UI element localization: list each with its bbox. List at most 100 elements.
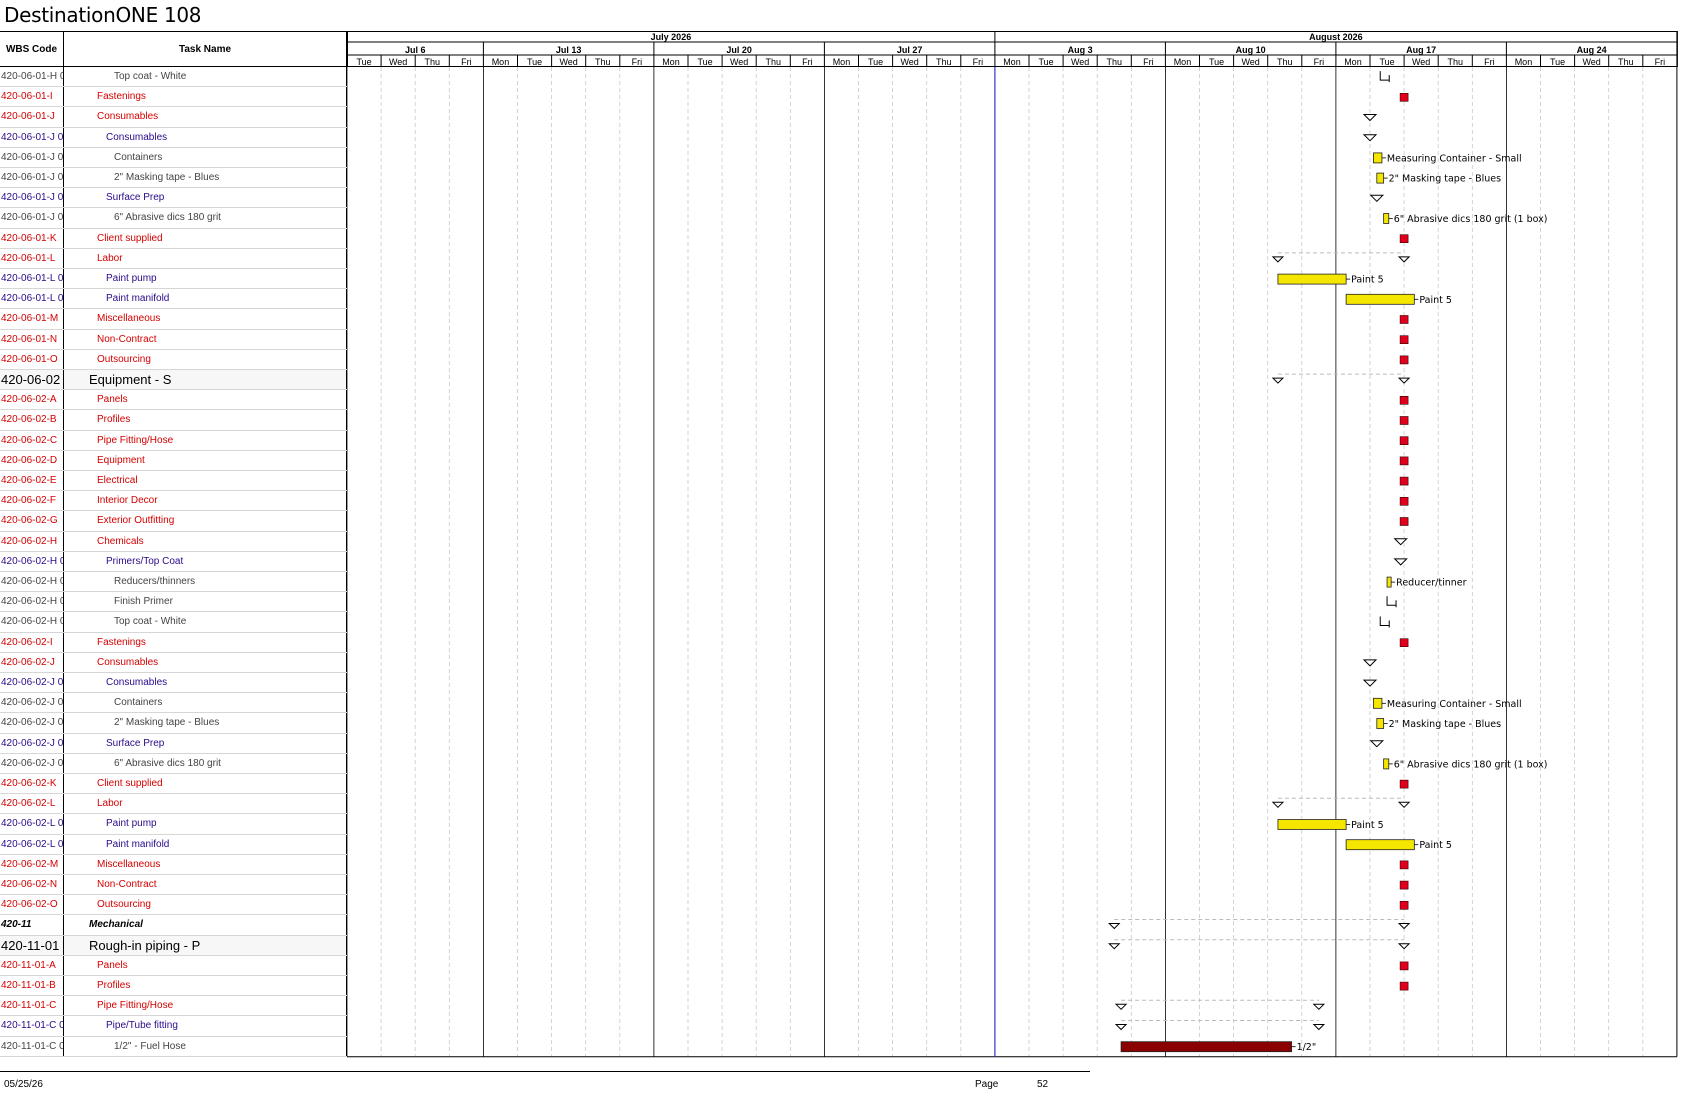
task-name-cell[interactable]: Finish Primer xyxy=(64,592,347,612)
task-name-cell[interactable]: Rough-in piping - P xyxy=(64,935,347,955)
task-name-cell[interactable]: Non-Contract xyxy=(64,329,347,349)
table-row[interactable]: 420-06-02-D Equipment xyxy=(0,450,347,471)
task-name-cell[interactable]: Outsourcing xyxy=(64,895,347,915)
table-row[interactable]: 420-11-01-C Pipe Fitting/Hose xyxy=(0,996,347,1017)
table-row[interactable]: 420-06-01-M Miscellaneous xyxy=(0,309,347,330)
table-row[interactable]: 420-06-02-J 0 2" Masking tape - Blues xyxy=(0,713,347,734)
wbs-cell[interactable]: 420-06-02-J xyxy=(0,652,64,672)
wbs-cell[interactable]: 420-06-01-L 0 xyxy=(0,269,64,289)
wbs-cell[interactable]: 420-06-01-L 0 xyxy=(0,289,64,309)
task-name-cell[interactable]: Fastenings xyxy=(64,632,347,652)
table-row[interactable]: 420-06-02-C Pipe Fitting/Hose xyxy=(0,430,347,451)
task-name-cell[interactable]: Reducers/thinners xyxy=(64,572,347,592)
wbs-cell[interactable]: 420-06-01-J 0 xyxy=(0,147,64,167)
table-row[interactable]: 420-06-01-J 0 6" Abrasive dics 180 grit xyxy=(0,208,347,229)
table-row[interactable]: 420-06-01-O Outsourcing xyxy=(0,349,347,370)
wbs-cell[interactable]: 420-06-01-I xyxy=(0,87,64,107)
wbs-cell[interactable]: 420-11 xyxy=(0,915,64,935)
wbs-cell[interactable]: 420-06-02-O xyxy=(0,895,64,915)
table-row[interactable]: 420-06-01-J 0 Containers xyxy=(0,147,347,168)
table-row[interactable]: 420-06-02-E Electrical xyxy=(0,471,347,492)
table-row[interactable]: 420-06-02-O Outsourcing xyxy=(0,895,347,916)
wbs-cell[interactable]: 420-06-02-H 0 xyxy=(0,592,64,612)
task-name-cell[interactable]: Equipment xyxy=(64,450,347,470)
table-row[interactable]: 420-06-01-J 0 2" Masking tape - Blues xyxy=(0,168,347,189)
wbs-cell[interactable]: 420-06-02-I xyxy=(0,632,64,652)
wbs-cell[interactable]: 420-06-02-E xyxy=(0,471,64,491)
wbs-cell[interactable]: 420-06-01-J 0 xyxy=(0,168,64,188)
task-name-cell[interactable]: Pipe/Tube fitting xyxy=(64,1016,347,1036)
table-row[interactable]: 420-06-02-H 0 Finish Primer xyxy=(0,592,347,613)
table-row[interactable]: 420-06-02-L Labor xyxy=(0,794,347,815)
table-row[interactable]: 420-06-01-J 0 Surface Prep xyxy=(0,188,347,209)
wbs-cell[interactable]: 420-06-02-L xyxy=(0,794,64,814)
table-row[interactable]: 420-06-01-N Non-Contract xyxy=(0,329,347,350)
task-name-cell[interactable]: Client supplied xyxy=(64,774,347,794)
task-name-cell[interactable]: Chemicals xyxy=(64,531,347,551)
task-name-cell[interactable]: Primers/Top Coat xyxy=(64,551,347,571)
task-name-cell[interactable]: Labor xyxy=(64,794,347,814)
table-row[interactable]: 420-06-02-J 0 Consumables xyxy=(0,673,347,694)
task-name-cell[interactable]: Paint pump xyxy=(64,814,347,834)
wbs-cell[interactable]: 420-11-01 xyxy=(0,935,64,955)
table-row[interactable]: 420-06-01-K Client supplied xyxy=(0,228,347,249)
task-name-cell[interactable]: Consumables xyxy=(64,652,347,672)
table-row[interactable]: 420-06-02-G Exterior Outfitting xyxy=(0,511,347,532)
task-name-cell[interactable]: Paint pump xyxy=(64,269,347,289)
task-name-cell[interactable]: Interior Decor xyxy=(64,491,347,511)
table-row[interactable]: 420-06-02-I Fastenings xyxy=(0,632,347,653)
table-row[interactable]: 420-11-01-C 0 1/2" - Fuel Hose xyxy=(0,1036,347,1057)
table-row[interactable]: 420-06-02-J 0 Surface Prep xyxy=(0,733,347,754)
wbs-cell[interactable]: 420-06-01-J 0 xyxy=(0,127,64,147)
table-row[interactable]: 420-11-01 Rough-in piping - P xyxy=(0,935,347,956)
wbs-cell[interactable]: 420-06-02-J 0 xyxy=(0,693,64,713)
wbs-cell[interactable]: 420-06-01-M xyxy=(0,309,64,329)
wbs-cell[interactable]: 420-06-02-K xyxy=(0,774,64,794)
table-row[interactable]: 420-06-02-J 0 6" Abrasive dics 180 grit xyxy=(0,753,347,774)
task-name-cell[interactable]: Panels xyxy=(64,955,347,975)
task-name-cell[interactable]: Mechanical xyxy=(64,915,347,935)
wbs-cell[interactable]: 420-06-02-J 0 xyxy=(0,673,64,693)
task-name-cell[interactable]: Top coat - White xyxy=(64,67,347,87)
table-row[interactable]: 420-06-02-J Consumables xyxy=(0,652,347,673)
wbs-cell[interactable]: 420-06-02-N xyxy=(0,875,64,895)
table-row[interactable]: 420-06-01-H 0 Top coat - White xyxy=(0,67,347,88)
task-name-cell[interactable]: Client supplied xyxy=(64,228,347,248)
wbs-cell[interactable]: 420-06-02-C xyxy=(0,430,64,450)
task-name-cell[interactable]: Paint manifold xyxy=(64,289,347,309)
task-name-cell[interactable]: Fastenings xyxy=(64,87,347,107)
task-name-cell[interactable]: Miscellaneous xyxy=(64,309,347,329)
column-header-wbs[interactable]: WBS Code xyxy=(0,31,64,67)
wbs-cell[interactable]: 420-06-01-N xyxy=(0,329,64,349)
wbs-cell[interactable]: 420-06-01-L xyxy=(0,248,64,268)
table-row[interactable]: 420-06-02-H Chemicals xyxy=(0,531,347,552)
task-name-cell[interactable]: Containers xyxy=(64,147,347,167)
wbs-cell[interactable]: 420-06-02-H 0 xyxy=(0,551,64,571)
table-row[interactable]: 420-06-02-H 0 Primers/Top Coat xyxy=(0,551,347,572)
wbs-cell[interactable]: 420-06-02-D xyxy=(0,450,64,470)
task-name-cell[interactable]: 1/2" - Fuel Hose xyxy=(64,1036,347,1056)
task-name-cell[interactable]: Profiles xyxy=(64,410,347,430)
wbs-cell[interactable]: 420-11-01-A xyxy=(0,955,64,975)
table-row[interactable]: 420-06-02-J 0 Containers xyxy=(0,693,347,714)
task-name-cell[interactable]: 2" Masking tape - Blues xyxy=(64,713,347,733)
task-name-cell[interactable]: Containers xyxy=(64,693,347,713)
table-row[interactable]: 420-06-02-A Panels xyxy=(0,390,347,411)
wbs-cell[interactable]: 420-06-01-H 0 xyxy=(0,67,64,87)
wbs-cell[interactable]: 420-11-01-C 0 xyxy=(0,1036,64,1056)
table-row[interactable]: 420-06-02-H 0 Reducers/thinners xyxy=(0,572,347,593)
table-row[interactable]: 420-06-02-K Client supplied xyxy=(0,774,347,795)
table-row[interactable]: 420-11-01-C 0 Pipe/Tube fitting xyxy=(0,1016,347,1037)
table-row[interactable]: 420-06-02-B Profiles xyxy=(0,410,347,431)
task-name-cell[interactable]: Non-Contract xyxy=(64,875,347,895)
task-name-cell[interactable]: Top coat - White xyxy=(64,612,347,632)
table-row[interactable]: 420-06-01-L 0 Paint pump xyxy=(0,269,347,290)
wbs-cell[interactable]: 420-06-01-J 0 xyxy=(0,188,64,208)
wbs-cell[interactable]: 420-11-01-C xyxy=(0,996,64,1016)
task-name-cell[interactable]: Equipment - S xyxy=(64,370,347,390)
table-row[interactable]: 420-06-02-F Interior Decor xyxy=(0,491,347,512)
table-row[interactable]: 420-06-01-L 0 Paint manifold xyxy=(0,289,347,310)
task-name-cell[interactable]: Outsourcing xyxy=(64,349,347,369)
table-row[interactable]: 420-06-01-J Consumables xyxy=(0,107,347,128)
table-row[interactable]: 420-06-02-H 0 Top coat - White xyxy=(0,612,347,633)
